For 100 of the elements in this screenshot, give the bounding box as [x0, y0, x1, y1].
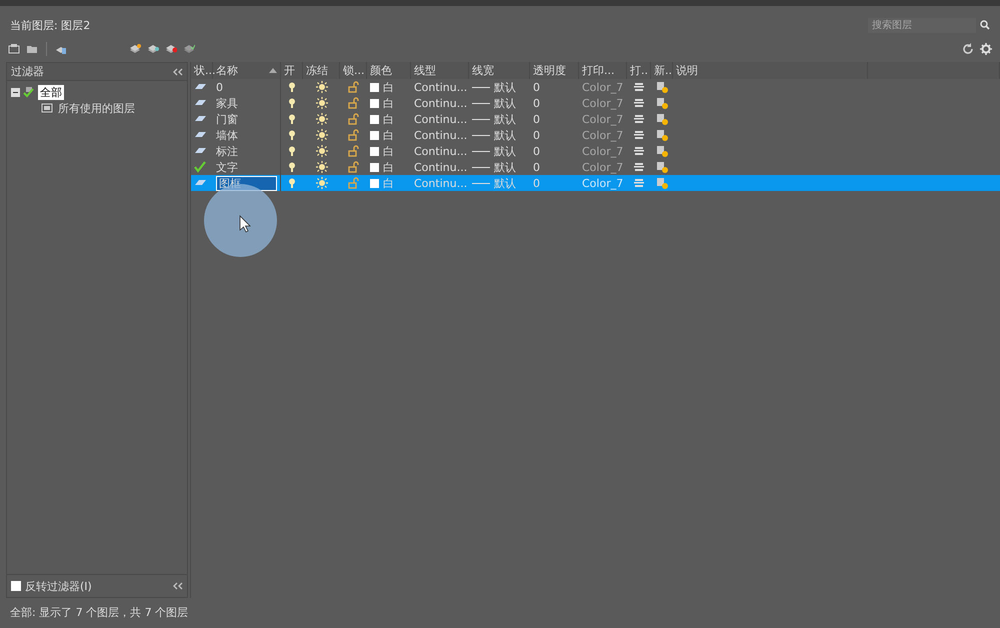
layer-name: 家具: [216, 96, 238, 110]
lightbulb-on-icon: [288, 162, 296, 172]
lineweight-text[interactable]: 默认: [494, 80, 516, 94]
color-swatch[interactable]: [370, 146, 379, 156]
column-header[interactable]: 新..: [651, 62, 673, 79]
sun-icon: [316, 177, 328, 189]
transparency-text[interactable]: 0: [533, 144, 540, 158]
lock-open-icon: [348, 129, 359, 141]
settings-icon[interactable]: [980, 43, 992, 55]
set-current-icon[interactable]: [183, 43, 195, 55]
layer-name: 墙体: [216, 128, 238, 142]
linetype-text[interactable]: Continu...: [414, 160, 468, 174]
column-header[interactable]: 透明度: [530, 62, 579, 79]
column-header[interactable]: 名称: [213, 62, 281, 79]
column-header[interactable]: 线型: [411, 62, 469, 79]
column-header[interactable]: 颜色: [367, 62, 411, 79]
layer-name: 标注: [216, 144, 238, 158]
color-swatch[interactable]: [370, 82, 379, 92]
lineweight-text[interactable]: 默认: [494, 144, 516, 158]
linetype-text[interactable]: Continu...: [414, 144, 468, 158]
filter-all-check-icon: [23, 86, 35, 98]
layer-row[interactable]: 0 白 Continu... 默认 0 Color_7: [191, 79, 1000, 95]
new-viewport-freeze-icon: [656, 162, 668, 172]
lock-open-icon: [348, 145, 359, 157]
printer-icon: [634, 114, 644, 124]
printer-icon: [634, 130, 644, 140]
status-bar-text: 全部: 显示了 7 个图层，共 7 个图层: [9, 604, 190, 620]
column-header[interactable]: 打..: [627, 62, 651, 79]
column-header[interactable]: 状...: [191, 62, 213, 79]
color-name: 白: [383, 144, 394, 158]
new-viewport-freeze-icon: [656, 178, 668, 188]
layer-row[interactable]: 标注 白 Continu... 默认 0 Color_7: [191, 143, 1000, 159]
column-header[interactable]: 说明: [673, 62, 868, 79]
column-header[interactable]: 锁...: [340, 62, 367, 79]
collapse-toggle-icon[interactable]: [11, 88, 20, 96]
lightbulb-on-icon: [288, 82, 296, 92]
new-filter-icon[interactable]: [8, 43, 20, 55]
column-header[interactable]: 开: [281, 62, 303, 79]
sun-icon: [316, 113, 328, 125]
lineweight-text[interactable]: 默认: [494, 128, 516, 142]
lineweight-text[interactable]: 默认: [494, 112, 516, 126]
lock-open-icon: [348, 97, 359, 109]
color-name: 白: [383, 176, 394, 190]
linetype-text[interactable]: Continu...: [414, 96, 468, 110]
refresh-icon[interactable]: [962, 43, 974, 55]
transparency-text[interactable]: 0: [533, 96, 540, 110]
plot-style-text: Color_7: [582, 160, 624, 174]
transparency-text[interactable]: 0: [533, 112, 540, 126]
lineweight-text[interactable]: 默认: [494, 160, 516, 174]
new-layer-icon[interactable]: [129, 43, 141, 55]
lock-open-icon: [348, 81, 359, 93]
folder-icon[interactable]: [26, 43, 38, 55]
layer-row[interactable]: 图框 白 Continu... 默认 0 Color_7: [191, 175, 1000, 191]
color-swatch[interactable]: [370, 114, 379, 124]
layer-row[interactable]: 门窗 白 Continu... 默认 0 Color_7: [191, 111, 1000, 127]
new-frozen-layer-icon[interactable]: [147, 43, 159, 55]
column-header[interactable]: 冻结: [303, 62, 340, 79]
new-viewport-freeze-icon: [656, 98, 668, 108]
printer-icon: [634, 162, 644, 172]
color-name: 白: [383, 96, 394, 110]
color-name: 白: [383, 112, 394, 126]
new-viewport-freeze-icon: [656, 114, 668, 124]
linetype-text[interactable]: Continu...: [414, 128, 468, 142]
printer-icon: [634, 178, 644, 188]
transparency-text[interactable]: 0: [533, 160, 540, 174]
filters-title: 过滤器: [11, 64, 44, 79]
layer-row[interactable]: 家具 白 Continu... 默认 0 Color_7: [191, 95, 1000, 111]
delete-layer-icon[interactable]: [165, 43, 177, 55]
transparency-text[interactable]: 0: [533, 80, 540, 94]
transparency-text[interactable]: 0: [533, 128, 540, 142]
color-swatch[interactable]: [370, 130, 379, 140]
printer-icon: [634, 82, 644, 92]
lightbulb-on-icon: [288, 178, 296, 188]
lineweight-text[interactable]: 默认: [494, 96, 516, 110]
color-name: 白: [383, 128, 394, 142]
plot-style-text: Color_7: [582, 128, 624, 142]
checkmark-icon: [194, 160, 207, 174]
column-header[interactable]: 打印...: [579, 62, 627, 79]
lock-open-icon: [348, 161, 359, 173]
search-field[interactable]: 搜索图层: [868, 18, 976, 32]
color-swatch[interactable]: [370, 162, 379, 172]
layer-row[interactable]: 墙体 白 Continu... 默认 0 Color_7: [191, 127, 1000, 143]
linetype-text[interactable]: Continu...: [414, 80, 468, 94]
search-icon: [980, 20, 990, 30]
lock-open-icon: [348, 113, 359, 125]
lightbulb-on-icon: [288, 98, 296, 108]
color-swatch[interactable]: [370, 178, 379, 188]
color-name: 白: [383, 160, 394, 174]
printer-icon: [634, 98, 644, 108]
lock-open-icon: [348, 177, 359, 189]
linetype-text[interactable]: Continu...: [414, 112, 468, 126]
filter-tree-item[interactable]: 所有使用的图层: [56, 100, 137, 116]
invert-filter-checkbox[interactable]: [11, 581, 21, 591]
column-header[interactable]: 线宽: [469, 62, 530, 79]
lightbulb-on-icon: [288, 130, 296, 140]
printer-icon: [634, 146, 644, 156]
sun-icon: [316, 97, 328, 109]
color-swatch[interactable]: [370, 98, 379, 108]
new-viewport-freeze-icon: [656, 146, 668, 156]
filter-tree-item[interactable]: 全部: [38, 84, 64, 100]
